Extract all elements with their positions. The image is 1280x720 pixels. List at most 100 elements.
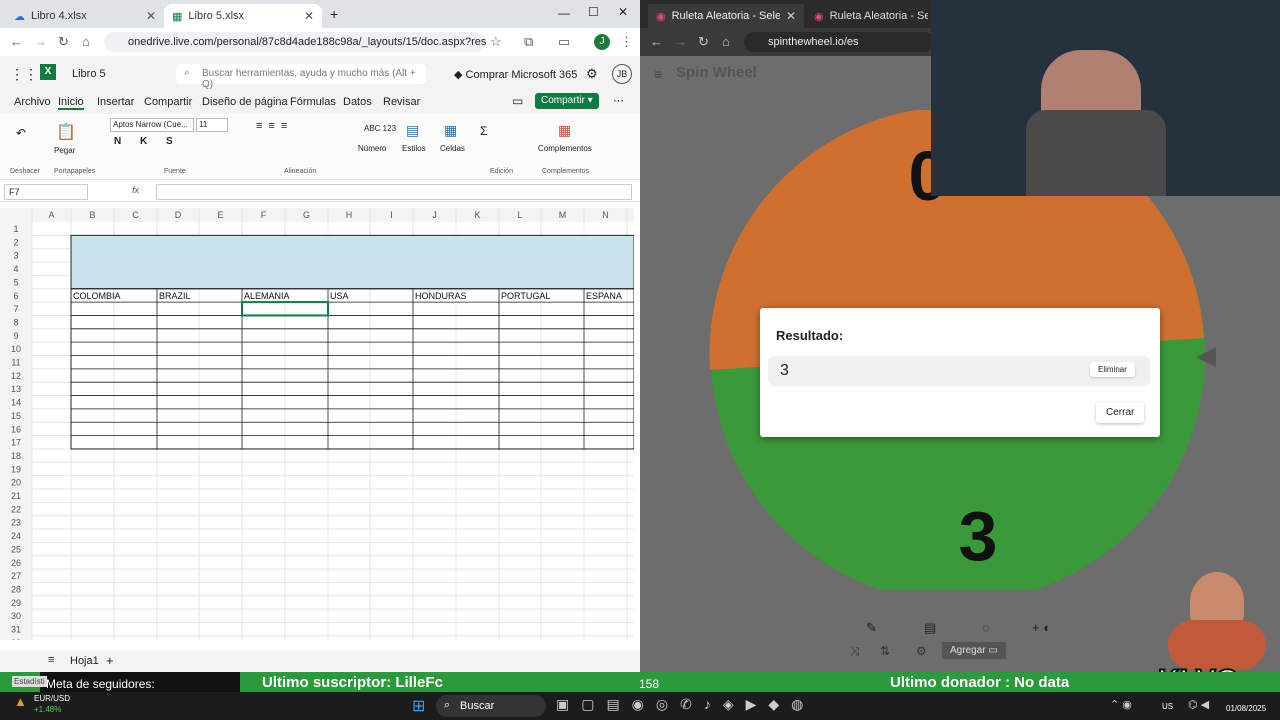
row-header-32[interactable]: 32 [11, 638, 21, 640]
row-header-19[interactable]: 19 [11, 464, 21, 474]
column-header-M[interactable]: M [559, 210, 567, 220]
menu-revisar[interactable]: Revisar [383, 96, 420, 108]
country-header[interactable]: ESPANA [586, 291, 622, 301]
close-icon[interactable]: ✕ [304, 9, 314, 23]
stats-tab[interactable]: Estadísti [12, 676, 47, 687]
clipboard-icon[interactable]: ▤ [924, 620, 936, 636]
home-icon[interactable]: ⌂ [722, 34, 730, 49]
column-header-K[interactable]: K [474, 210, 480, 220]
delete-button[interactable]: Eliminar [1090, 362, 1135, 377]
paste-icon[interactable]: 📋 [56, 122, 76, 142]
tab-ruleta-1[interactable]: ◉ Ruleta Aleatoria - Selector Pers ✕ [648, 4, 804, 28]
forward-icon[interactable]: → [674, 34, 687, 49]
column-header-N[interactable]: N [602, 210, 609, 220]
comment-icon[interactable]: ▭ [512, 94, 523, 108]
column-header-A[interactable]: A [48, 210, 54, 220]
network-icon[interactable]: ⌬ ◀ [1188, 698, 1209, 711]
row-header-18[interactable]: 18 [11, 451, 21, 461]
column-header-J[interactable]: J [432, 210, 437, 220]
tab-libro5[interactable]: ▦ Libro 5.xlsx ✕ [164, 4, 322, 28]
row-header-3[interactable]: 3 [13, 251, 18, 261]
windows-start-icon[interactable]: ⊞ [412, 696, 425, 716]
add-button[interactable]: Agregar ▭ [942, 642, 1006, 659]
country-header[interactable]: COLOMBIA [73, 291, 121, 301]
row-header-26[interactable]: 26 [11, 558, 21, 568]
format-buttons[interactable]: N K S [114, 136, 181, 147]
styles-icon[interactable]: ▤ [406, 122, 419, 139]
row-header-23[interactable]: 23 [11, 518, 21, 528]
menu-diseno[interactable]: Diseño de página [202, 96, 288, 108]
edit-icon[interactable]: ✎ [866, 620, 877, 636]
hide-icon[interactable]: ◌ [982, 620, 990, 635]
forward-icon[interactable]: → [34, 34, 47, 49]
maximize-icon[interactable]: ☐ [588, 5, 599, 19]
row-header-5[interactable]: 5 [13, 277, 18, 287]
home-icon[interactable]: ⌂ [82, 34, 90, 49]
row-header-22[interactable]: 22 [11, 504, 21, 514]
split-icon[interactable]: ▭ [558, 34, 570, 50]
row-header-17[interactable]: 17 [11, 438, 21, 448]
sum-icon[interactable]: Σ [480, 124, 487, 138]
star-icon[interactable]: ☆ [490, 34, 502, 50]
row-header-16[interactable]: 16 [11, 424, 21, 434]
tab-libro4[interactable]: ☁ Libro 4.xlsx ✕ [6, 4, 164, 28]
column-header-F[interactable]: F [261, 210, 267, 220]
close-icon[interactable]: ✕ [786, 9, 796, 23]
column-header-B[interactable]: B [89, 210, 95, 220]
tray-icons[interactable]: ⌃ ◉ [1110, 698, 1132, 711]
row-header-21[interactable]: 21 [11, 491, 21, 501]
hamburger-icon[interactable]: ≡ [654, 66, 662, 82]
reload-icon[interactable]: ↻ [58, 34, 69, 50]
number-icon[interactable]: ABC 123 [364, 124, 396, 133]
close-window-icon[interactable]: ✕ [618, 5, 628, 19]
row-header-31[interactable]: 31 [11, 625, 21, 635]
menu-compartir[interactable]: Compartir [144, 96, 192, 108]
fx-icon[interactable]: fx [132, 185, 139, 195]
undo-icon[interactable]: ↶ [16, 126, 26, 140]
row-header-20[interactable]: 20 [11, 478, 21, 488]
settings-icon[interactable]: ⚙ [916, 644, 927, 658]
row-header-11[interactable]: 11 [11, 358, 20, 368]
row-header-2[interactable]: 2 [13, 237, 18, 247]
gear-icon[interactable]: ⚙ [586, 66, 598, 82]
url-field-right[interactable]: spinthewheel.io/es [744, 32, 934, 52]
row-header-4[interactable]: 4 [13, 264, 18, 274]
menu-inicio[interactable]: Inicio [58, 96, 84, 110]
column-header-E[interactable]: E [217, 210, 223, 220]
close-button[interactable]: Cerrar [1096, 402, 1145, 423]
column-header-I[interactable]: I [390, 210, 393, 220]
sheets-menu-icon[interactable]: ≡ [48, 654, 54, 666]
row-header-8[interactable]: 8 [13, 317, 18, 327]
add-sheet-icon[interactable]: + [106, 653, 114, 668]
spreadsheet-grid[interactable]: A B C D E F G H I J K L M N12345678910111213141516171… [0, 208, 634, 640]
menu-insertar[interactable]: Insertar [97, 96, 134, 108]
name-box[interactable]: F7 [4, 184, 88, 200]
close-icon[interactable]: ✕ [146, 9, 156, 23]
taskbar-search[interactable]: ⌕ Buscar [436, 695, 546, 717]
row-header-14[interactable]: 14 [11, 398, 21, 408]
user-avatar[interactable]: JB [612, 64, 632, 84]
column-header-H[interactable]: H [346, 210, 353, 220]
apps-icon[interactable]: ⋮⋮ [10, 66, 38, 83]
row-header-7[interactable]: 7 [13, 304, 18, 314]
shuffle-icon[interactable]: ⤨ [850, 644, 860, 659]
row-header-24[interactable]: 24 [11, 531, 21, 541]
sort-icon[interactable]: ⇅ [880, 644, 890, 658]
reload-icon[interactable]: ↻ [698, 34, 709, 50]
country-header[interactable]: HONDURAS [415, 291, 467, 301]
cells-icon[interactable]: ▦ [444, 122, 457, 139]
font-name-select[interactable]: Aptos Narrow (Cue... [110, 118, 194, 132]
tab-ruleta-2[interactable]: ◉ Ruleta Aleatoria - Selector Pe [806, 4, 936, 28]
buy-button[interactable]: ◆ Comprar Microsoft 365 [454, 68, 577, 81]
formula-input[interactable] [156, 184, 632, 200]
column-header-D[interactable]: D [175, 210, 182, 220]
menu-formulas[interactable]: Fórmulas [290, 96, 336, 108]
clock-date[interactable]: 01/08/2025 [1226, 704, 1266, 713]
url-field[interactable]: onedrive.live.com/personal/87c8d4ade188c… [104, 32, 486, 52]
file-name[interactable]: Libro 5 [72, 68, 106, 80]
font-size-select[interactable]: 11 [196, 118, 228, 132]
share-button[interactable]: Compartir ▾ [535, 93, 599, 109]
menu-archivo[interactable]: Archivo [14, 96, 51, 108]
column-header-C[interactable]: C [132, 210, 139, 220]
menu-icon[interactable]: ⋮ [620, 34, 633, 50]
